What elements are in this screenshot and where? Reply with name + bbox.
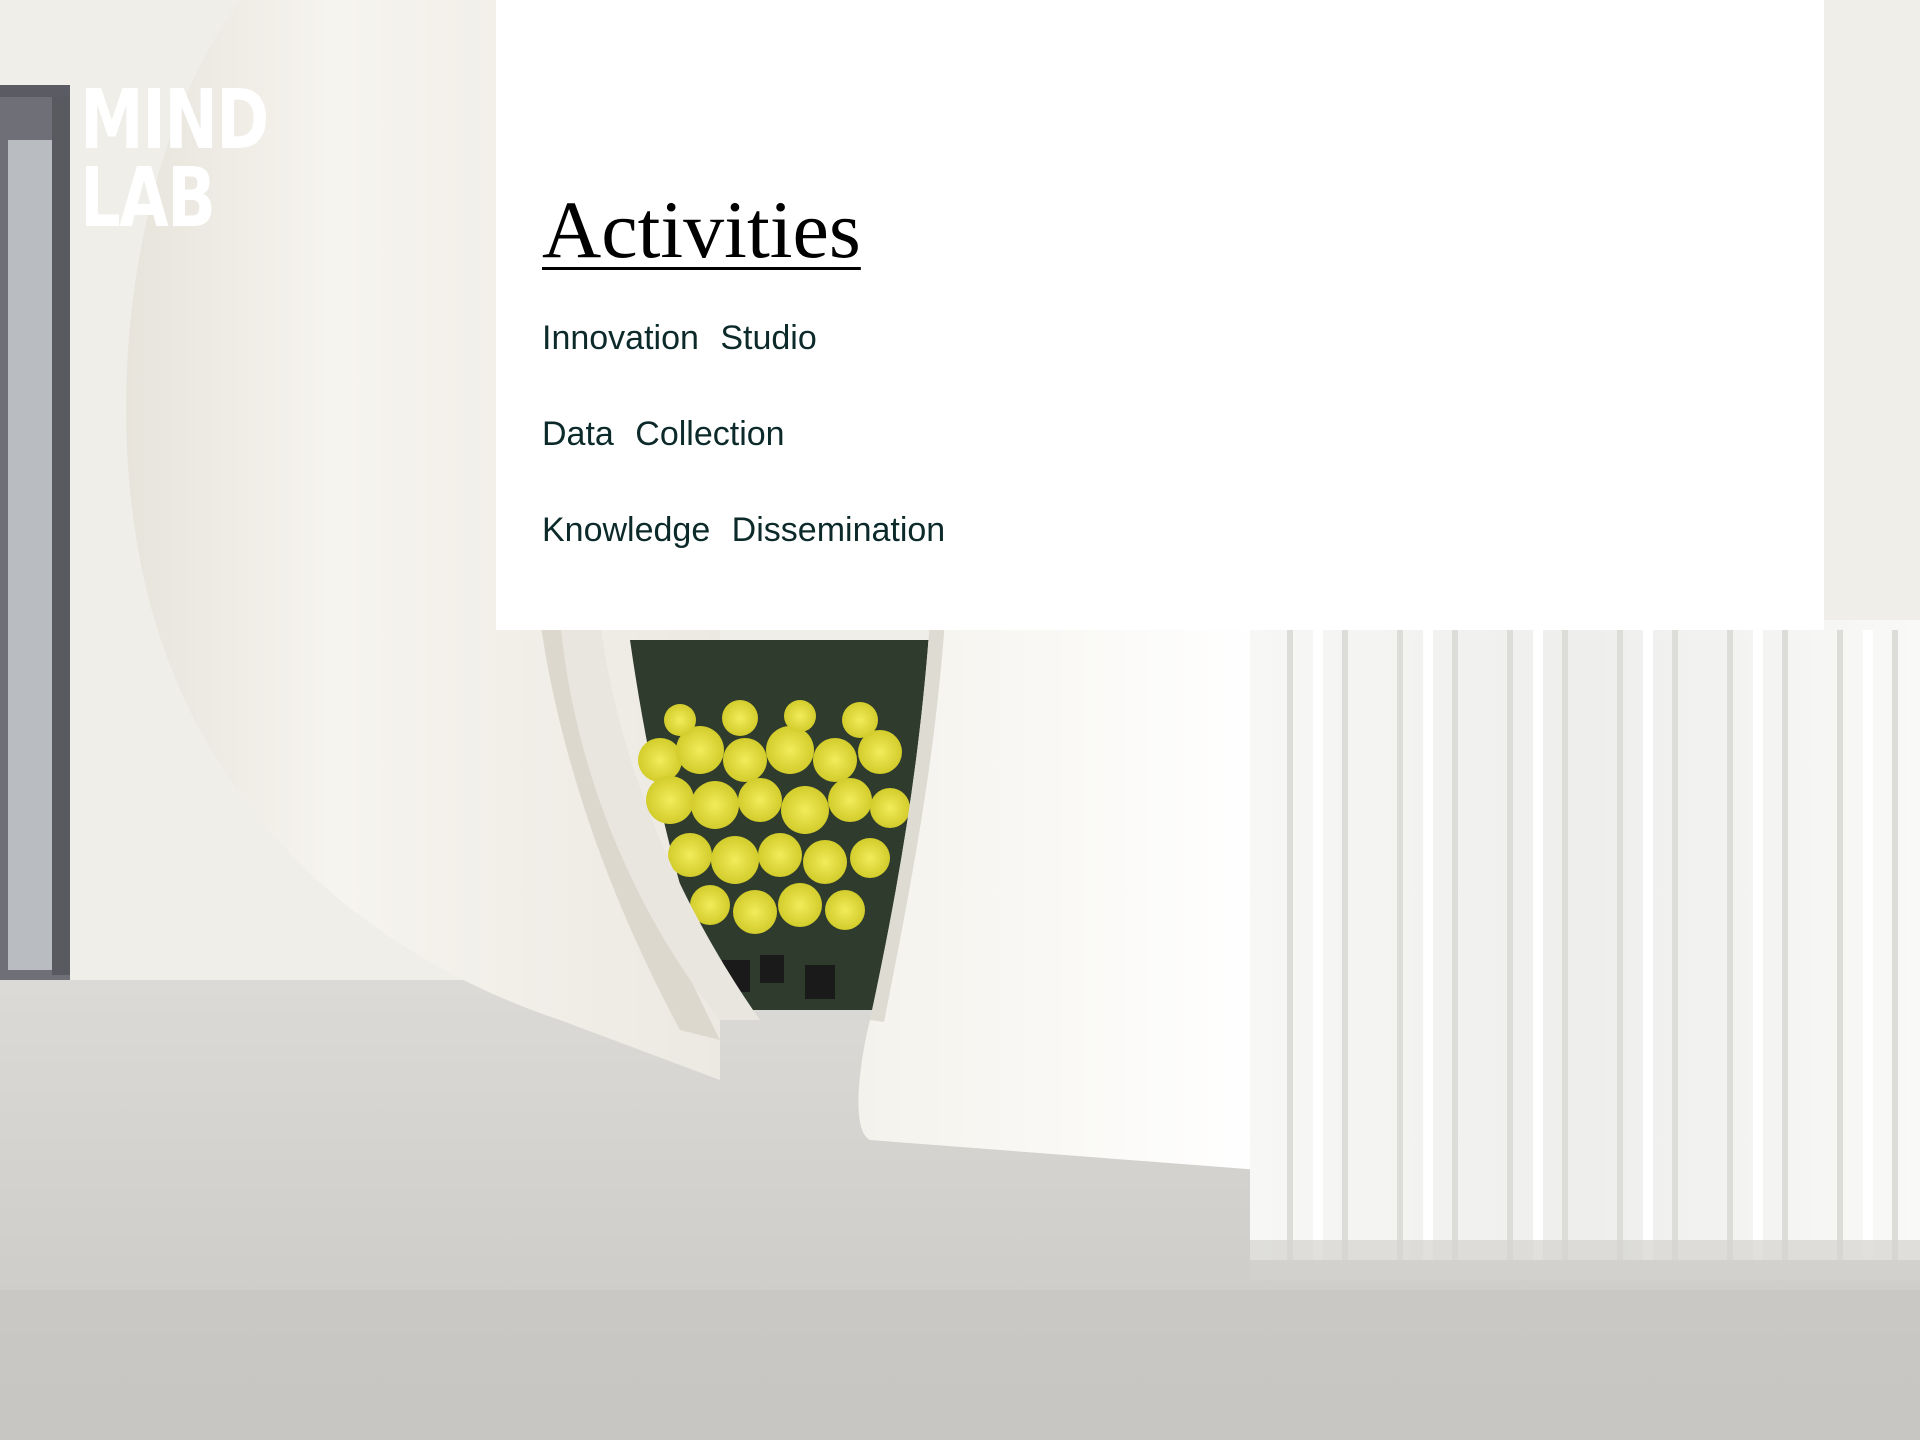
activities-title-link[interactable]: Activities: [542, 185, 861, 275]
activity-link-knowledge-dissemination[interactable]: Knowledge Dissemination: [542, 510, 945, 606]
mind-lab-logo[interactable]: MIND LAB: [80, 73, 269, 246]
activity-link-innovation-studio[interactable]: Innovation Studio: [542, 318, 945, 414]
activities-list: Innovation Studio Data Collection Knowle…: [542, 318, 945, 606]
logo-line-2: LAB: [80, 151, 216, 246]
activity-link-data-collection[interactable]: Data Collection: [542, 414, 945, 510]
activities-panel: Activities Innovation Studio Data Collec…: [496, 0, 1824, 630]
logo-line-1: MIND: [80, 73, 269, 168]
